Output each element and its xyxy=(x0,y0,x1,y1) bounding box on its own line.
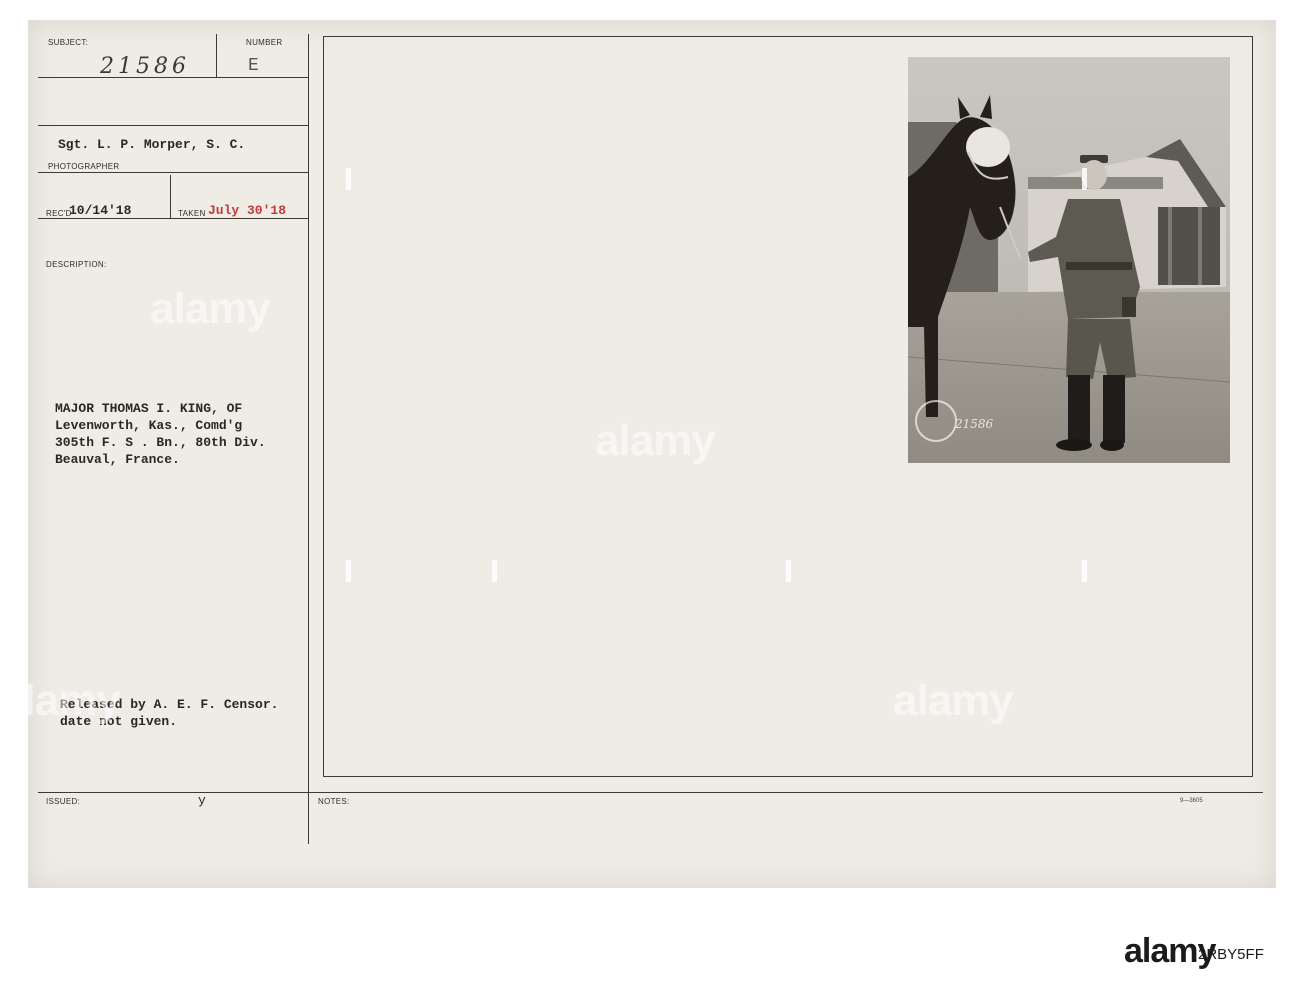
photo-box-top xyxy=(323,36,1253,37)
watermark: alamy xyxy=(150,284,271,333)
description-block: MAJOR THOMAS I. KING, OF Levenworth, Kas… xyxy=(55,400,266,468)
footer-rule xyxy=(38,792,1263,793)
signal-corps-stamp xyxy=(915,400,957,442)
left-panel-divider xyxy=(308,34,309,844)
photographer-value: Sgt. L. P. Morper, S. C. xyxy=(58,137,246,152)
stamp-number: 21586 xyxy=(955,417,994,431)
image-id: 2RBY5FF xyxy=(1198,946,1264,963)
tick-mark xyxy=(346,560,351,582)
rec-label: REC'D xyxy=(46,209,72,218)
issued-label: ISSUED: xyxy=(46,797,81,806)
photo-box-left xyxy=(323,36,324,776)
header-rule xyxy=(38,125,308,126)
subject-value: 21586 xyxy=(100,54,190,79)
tick-mark xyxy=(492,560,497,582)
description-line: Levenworth, Kas., Comd'g xyxy=(55,418,243,433)
description-line: 305th F. S . Bn., 80th Div. xyxy=(55,435,266,450)
watermark: alamy xyxy=(595,416,716,465)
photographer-label: PHOTOGRAPHER xyxy=(48,162,120,171)
watermark: alamy xyxy=(0,676,121,725)
taken-label: TAKEN xyxy=(178,209,206,218)
number-value: E xyxy=(248,56,259,76)
photo-box-bottom xyxy=(323,776,1253,777)
photographer-underline xyxy=(38,172,308,173)
photo-scene xyxy=(908,57,1230,463)
watermark: alamy xyxy=(893,676,1014,725)
issued-value: y xyxy=(198,793,206,808)
tick-mark xyxy=(1082,168,1087,190)
dates-underline xyxy=(38,218,308,219)
rec-value: 10/14'18 xyxy=(69,203,132,218)
taken-value: July 30'18 xyxy=(208,203,287,218)
rec-taken-divider xyxy=(170,175,171,218)
stock-footer xyxy=(0,891,1300,981)
description-label: DESCRIPTION: xyxy=(46,260,107,269)
print-number: 9—3605 xyxy=(1180,798,1203,804)
tick-mark xyxy=(1082,560,1087,582)
tick-mark xyxy=(786,560,791,582)
photo-box-right xyxy=(1252,36,1253,776)
subject-number-divider xyxy=(216,34,217,77)
notes-label: NOTES: xyxy=(318,797,350,806)
number-label: NUMBER xyxy=(246,38,283,47)
description-line: MAJOR THOMAS I. KING, OF xyxy=(55,401,243,416)
mounted-photograph xyxy=(908,57,1230,463)
description-line: Beauval, France. xyxy=(55,452,180,467)
tick-mark xyxy=(346,168,351,190)
subject-label: SUBJECT: xyxy=(48,38,89,47)
